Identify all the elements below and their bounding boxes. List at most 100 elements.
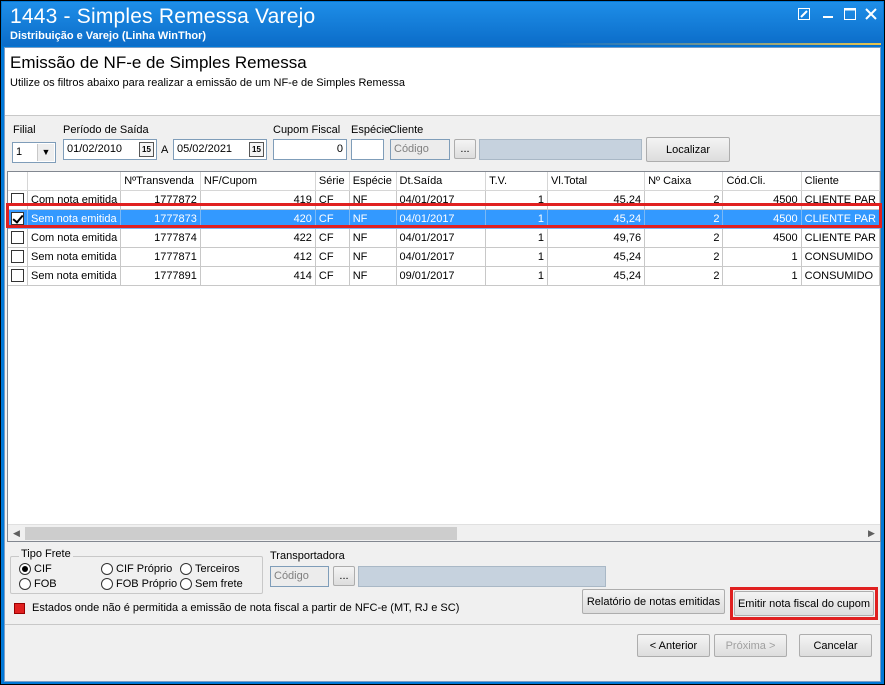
scroll-thumb[interactable] <box>25 527 457 540</box>
localizar-button[interactable]: Localizar <box>646 137 730 162</box>
row-checkbox[interactable] <box>11 193 24 206</box>
radio-indicator <box>19 578 31 590</box>
status-cell: Com nota emitida <box>27 228 122 248</box>
column-header[interactable]: Cód.Cli. <box>722 172 802 191</box>
column-header[interactable]: Vl.Total <box>547 172 646 191</box>
scroll-right-icon[interactable]: ▶ <box>863 525 880 542</box>
radio-label: CIF Próprio <box>116 563 173 575</box>
cell-especie: NF <box>349 247 397 267</box>
emitir-nota-button[interactable]: Emitir nota fiscal do cupom <box>734 591 874 616</box>
row-checkbox-cell[interactable] <box>8 228 28 248</box>
horizontal-scrollbar[interactable]: ◀ ▶ <box>8 524 880 541</box>
radio-label: CIF <box>34 563 52 575</box>
page-header: Emissão de NF-e de Simples Remessa Utili… <box>5 48 880 116</box>
cell-codcli: 4500 <box>722 190 802 210</box>
maximize-icon[interactable] <box>842 8 858 22</box>
column-header[interactable] <box>8 172 28 191</box>
column-header[interactable]: T.V. <box>485 172 549 191</box>
cell-caixa: 2 <box>644 266 724 286</box>
column-header[interactable]: Série <box>315 172 350 191</box>
transportadora-search-button[interactable]: ... <box>333 566 355 586</box>
transactions-table: NºTransvenda NF/Cupom Série Espécie Dt.Saída… <box>8 172 881 286</box>
cell-serie: CF <box>315 190 350 210</box>
cell-cliente: CONSUMIDO <box>801 247 881 267</box>
proxima-button[interactable]: Próxima > <box>714 634 787 657</box>
cell-especie: NF <box>349 209 397 229</box>
cell-transvenda: 1777874 <box>120 228 201 248</box>
filial-value: 1 <box>16 146 23 158</box>
column-header[interactable]: Espécie <box>349 172 397 191</box>
transportadora-code-input[interactable]: Código <box>270 566 329 587</box>
especie-input[interactable] <box>351 139 384 160</box>
radio-fob[interactable]: FOB <box>19 578 57 590</box>
cell-especie: NF <box>349 266 397 286</box>
cell-total: 45,24 <box>547 209 646 229</box>
cell-cliente: CONSUMIDO <box>801 266 881 286</box>
table-row[interactable]: Sem nota emitida 1777891 414 CF NF 09/01/2017… <box>8 266 881 286</box>
transportadora-name-field <box>358 566 606 587</box>
scroll-left-icon[interactable]: ◀ <box>8 525 25 542</box>
cell-tv: 1 <box>485 209 549 229</box>
relatorio-button[interactable]: Relatório de notas emitidas <box>582 589 725 614</box>
row-checkbox[interactable] <box>11 231 24 244</box>
radio-indicator <box>19 563 31 575</box>
cell-caixa: 2 <box>644 190 724 210</box>
cell-dt: 04/01/2017 <box>396 190 487 210</box>
row-checkbox-cell[interactable] <box>8 190 28 210</box>
calendar-icon[interactable]: 15 <box>139 142 154 157</box>
close-icon[interactable] <box>863 8 879 22</box>
date-separator: A <box>161 144 169 156</box>
radio-cif-proprio[interactable]: CIF Próprio <box>101 563 172 575</box>
table-row[interactable]: Com nota emitida 1777872 419 CF NF 04/01/2017… <box>8 190 881 210</box>
cell-codcli: 1 <box>722 266 802 286</box>
column-header[interactable]: NF/Cupom <box>200 172 316 191</box>
cliente-code-input[interactable]: Código <box>390 139 450 160</box>
column-header[interactable]: NºTransvenda <box>120 172 201 191</box>
cell-nf: 422 <box>200 228 316 248</box>
column-header[interactable] <box>27 172 122 191</box>
cell-nf: 412 <box>200 247 316 267</box>
footer-divider <box>5 624 880 625</box>
restore-edit-icon[interactable] <box>796 8 812 22</box>
cupom-input[interactable]: 0 <box>273 139 347 160</box>
cliente-search-button[interactable]: ... <box>454 139 476 159</box>
table-row[interactable]: Sem nota emitida 1777871 412 CF NF 04/01/2017… <box>8 247 881 267</box>
date-to-value: 05/02/2021 <box>177 143 233 155</box>
date-to-field[interactable]: 05/02/2021 15 <box>173 139 267 160</box>
minimize-icon[interactable] <box>820 8 836 22</box>
cliente-label: Cliente <box>389 124 424 136</box>
column-header[interactable]: Cliente <box>801 172 881 191</box>
row-checkbox[interactable] <box>11 212 24 225</box>
radio-sem-frete[interactable]: Sem frete <box>180 578 243 590</box>
radio-label: FOB <box>34 578 57 590</box>
calendar-icon[interactable]: 15 <box>249 142 264 157</box>
radio-terceiros[interactable]: Terceiros <box>180 563 240 575</box>
cell-dt: 04/01/2017 <box>396 209 487 229</box>
cancelar-button[interactable]: Cancelar <box>799 634 872 657</box>
status-cell: Sem nota emitida <box>27 209 122 229</box>
cell-tv: 1 <box>485 190 549 210</box>
radio-label: Sem frete <box>195 578 243 590</box>
table-row[interactable]: Com nota emitida 1777874 422 CF NF 04/01/2017… <box>8 228 881 248</box>
date-from-field[interactable]: 01/02/2010 15 <box>63 139 157 160</box>
anterior-button[interactable]: < Anterior <box>637 634 710 657</box>
chevron-down-icon[interactable]: ▼ <box>37 144 54 161</box>
row-checkbox-cell[interactable] <box>8 247 28 267</box>
client-area: Emissão de NF-e de Simples Remessa Utili… <box>4 47 882 682</box>
row-checkbox[interactable] <box>11 269 24 282</box>
column-header[interactable]: Nº Caixa <box>644 172 724 191</box>
window-subtitle: Distribuição e Varejo (Linha WinThor) <box>10 30 207 42</box>
column-header[interactable]: Dt.Saída <box>396 172 487 191</box>
row-checkbox[interactable] <box>11 250 24 263</box>
filial-select[interactable]: 1 ▼ <box>12 142 56 163</box>
cell-tv: 1 <box>485 247 549 267</box>
row-checkbox-cell[interactable] <box>8 266 28 286</box>
radio-indicator <box>101 578 113 590</box>
status-cell: Sem nota emitida <box>27 247 122 267</box>
radio-cif[interactable]: CIF <box>19 563 52 575</box>
row-checkbox-cell[interactable] <box>8 209 28 229</box>
status-cell: Com nota emitida <box>27 190 122 210</box>
table-row[interactable]: Sem nota emitida 1777873 420 CF NF 04/01/2017… <box>8 209 881 229</box>
radio-fob-proprio[interactable]: FOB Próprio <box>101 578 177 590</box>
cell-total: 49,76 <box>547 228 646 248</box>
